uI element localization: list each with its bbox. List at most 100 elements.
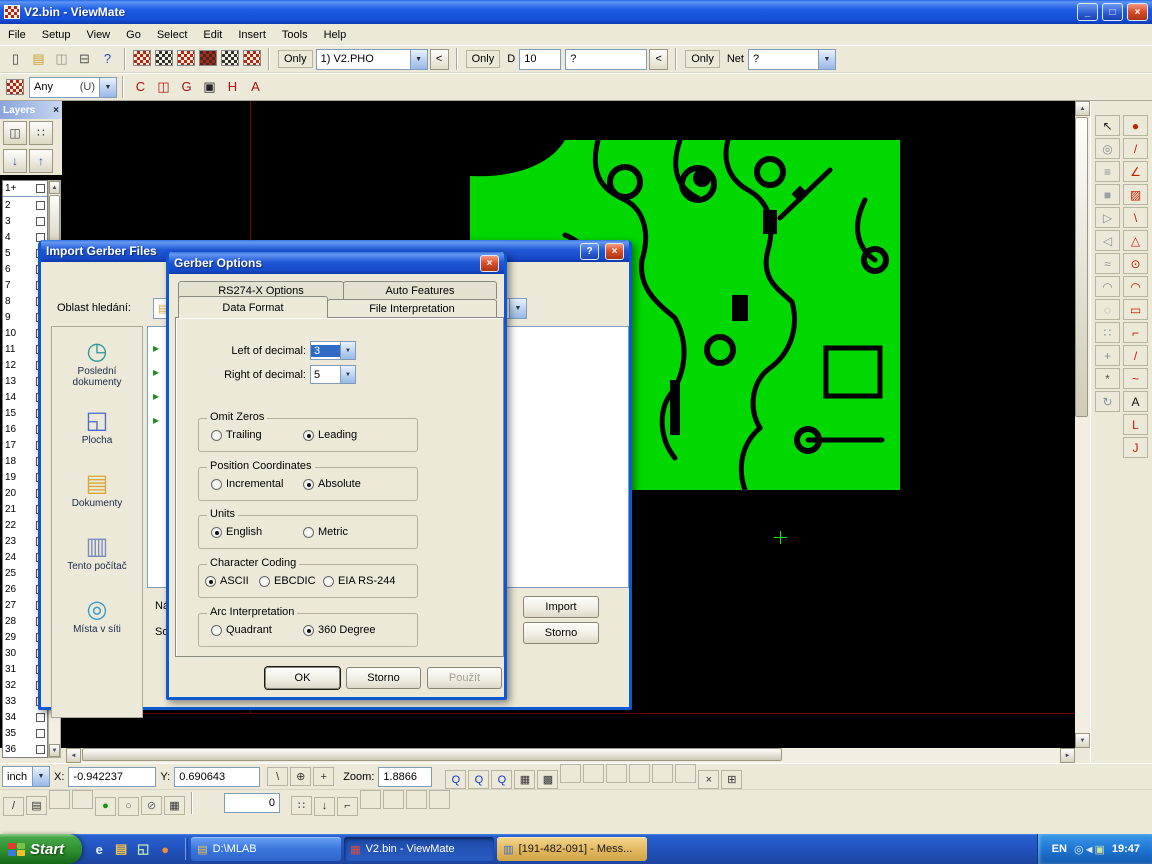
radio-360-degree[interactable]: 360 Degree — [303, 624, 376, 636]
layer-swatch[interactable] — [36, 745, 45, 754]
volume-tray-icon[interactable]: ◄ — [1084, 844, 1095, 856]
text-aperture-icon[interactable]: A — [245, 77, 266, 97]
zoom-window-icon[interactable]: Q — [468, 770, 489, 789]
layer-row-34[interactable]: 34 — [3, 709, 47, 725]
menu-select[interactable]: Select — [149, 26, 196, 44]
layer-row-35[interactable]: 35 — [3, 725, 47, 741]
dialog-close-button[interactable]: × — [605, 243, 624, 260]
tab-auto-features[interactable]: Auto Features — [343, 281, 497, 299]
rotate-right-icon[interactable]: ▷ — [1095, 207, 1120, 228]
radio-ascii[interactable]: ASCII — [205, 575, 249, 587]
hatched-square-icon[interactable]: ▨ — [1123, 184, 1148, 205]
select-grid-icon-1[interactable] — [133, 50, 151, 66]
anchor-down-icon[interactable]: ↓ — [314, 797, 335, 816]
select-grid-icon-6[interactable] — [243, 50, 261, 66]
dropdown-arrow-icon[interactable]: ▼ — [340, 342, 355, 359]
layer-swatch[interactable] — [36, 713, 45, 722]
select-grid-icon-3[interactable] — [177, 50, 195, 66]
dropdown-arrow-icon[interactable]: ▼ — [32, 767, 49, 786]
scroll-up-icon[interactable]: ▲ — [1075, 101, 1090, 116]
clear-view-icon[interactable]: × — [698, 770, 719, 789]
dcode-filter-input[interactable]: ? — [565, 49, 647, 70]
line-back-icon[interactable]: \ — [1123, 207, 1148, 228]
folder-quick-icon[interactable]: ▤ — [112, 840, 130, 858]
layers-scroll-down-icon[interactable]: ▼ — [49, 744, 60, 757]
crosshair-plus-icon[interactable]: + — [1095, 345, 1120, 366]
dark-dots-icon[interactable] — [360, 790, 381, 809]
layer-grid-icon[interactable]: ∷ — [29, 121, 53, 145]
grid-lines-icon[interactable]: ▦ — [514, 770, 535, 789]
dot-matrix-icon[interactable]: ∷ — [291, 796, 312, 815]
dotted-circle-icon[interactable]: ◌ — [1095, 299, 1120, 320]
layer-row-3[interactable]: 3 — [3, 213, 47, 229]
table-grid-icon[interactable]: ▦ — [164, 796, 185, 815]
x-coordinate[interactable]: -0.942237 — [68, 767, 156, 787]
green-status-icon[interactable]: ● — [95, 797, 116, 816]
layer-row-2[interactable]: 2 — [3, 197, 47, 213]
left-of-decimal-combo[interactable]: 3 ▼ — [310, 341, 356, 360]
select-grid-icon-2[interactable] — [155, 50, 173, 66]
import-cancel-button[interactable]: Storno — [523, 622, 599, 644]
layer-swatch[interactable] — [36, 217, 45, 226]
via-red-icon[interactable] — [606, 764, 627, 783]
dot-grid-icon[interactable]: ∷ — [1095, 322, 1120, 343]
swap-apertures-icon[interactable]: ◫ — [153, 77, 174, 97]
probe-circles-icon[interactable]: ◎ — [1095, 138, 1120, 159]
v2-bin-viewmate-task-button[interactable]: ▦V2.bin - ViewMate — [344, 837, 494, 861]
191-482-091-mess-task-button[interactable]: ▥[191-482-091] - Mess... — [497, 837, 647, 861]
d-mlab-task-button[interactable]: ▤D:\MLAB — [191, 837, 341, 861]
diagonal-measure-icon[interactable]: \ — [267, 767, 288, 786]
slash-icon[interactable]: / — [1123, 345, 1148, 366]
apply-button[interactable]: Použít — [427, 667, 502, 689]
dropdown-arrow-icon[interactable]: ▼ — [410, 50, 427, 69]
radio-absolute[interactable]: Absolute — [303, 478, 361, 490]
horizontal-scroll-thumb[interactable] — [82, 748, 782, 761]
flash-red-icon[interactable] — [652, 764, 673, 783]
grid-value-input[interactable]: 0 — [224, 793, 280, 813]
menu-go[interactable]: Go — [118, 26, 149, 44]
move-layer-up-icon[interactable]: ↑ — [29, 149, 53, 173]
menu-insert[interactable]: Insert — [230, 26, 274, 44]
only-dcode-toggle[interactable]: Only — [466, 50, 501, 68]
start-button[interactable]: Start — [0, 834, 82, 864]
triangle-draw-icon[interactable]: △ — [1123, 230, 1148, 251]
pad-dot-icon[interactable]: ● — [1123, 115, 1148, 136]
red-checker-icon[interactable] — [49, 790, 70, 809]
poly-dark-icon[interactable] — [675, 764, 696, 783]
place-dokumenty[interactable]: ▤Dokumenty — [54, 460, 140, 520]
wave-icon[interactable]: ≈ — [1095, 253, 1120, 274]
radio-eia-rs-244[interactable]: EIA RS-244 — [323, 575, 395, 587]
menu-file[interactable]: File — [0, 26, 34, 44]
corner-icon[interactable]: ⌐ — [1123, 322, 1148, 343]
via-mix-icon[interactable] — [629, 764, 650, 783]
fill-square-icon[interactable]: ■ — [1095, 184, 1120, 205]
prev-layer-button[interactable]: < — [430, 49, 449, 70]
ok-button[interactable]: OK — [265, 667, 340, 689]
j-shape-icon[interactable]: J — [1123, 437, 1148, 458]
dropdown-arrow-icon[interactable]: ▼ — [509, 299, 526, 318]
red-die-icon-2[interactable] — [406, 790, 427, 809]
layer-combo[interactable]: 1) V2.PHO ▼ — [316, 49, 428, 70]
radio-metric[interactable]: Metric — [303, 526, 348, 538]
gerber-close-button[interactable]: × — [480, 255, 499, 272]
select-grid-icon-5[interactable] — [221, 50, 239, 66]
radio-ebcdic[interactable]: EBCDIC — [259, 575, 316, 587]
corner-bracket-icon[interactable]: ⌐ — [337, 797, 358, 816]
polyline-icon[interactable]: ∠ — [1123, 161, 1148, 182]
gerber-dialog-titlebar[interactable]: Gerber Options × — [169, 252, 504, 274]
trace-line-icon[interactable]: / — [1123, 138, 1148, 159]
ie-icon[interactable]: e — [90, 840, 108, 858]
arc-draw-icon[interactable]: ◠ — [1123, 276, 1148, 297]
red-die-icon-3[interactable] — [429, 790, 450, 809]
scroll-down-icon[interactable]: ▼ — [1075, 733, 1090, 748]
gerber-file-icon-4[interactable]: ▸ — [153, 413, 159, 427]
text-tool-icon[interactable]: A — [1123, 391, 1148, 412]
select-grid-icon-4[interactable] — [199, 50, 217, 66]
settings-asterisk-icon[interactable]: * — [1095, 368, 1120, 389]
gerber-file-icon-1[interactable]: ▸ — [153, 341, 159, 355]
select-cursor-icon[interactable]: ↖ — [1095, 115, 1120, 136]
dropdown-arrow-icon[interactable]: ▼ — [340, 366, 355, 383]
dropdown-arrow-icon[interactable]: ▼ — [99, 78, 116, 97]
zoom-in-icon[interactable]: Q — [445, 770, 466, 789]
window-grid-icon[interactable]: ⊞ — [721, 770, 742, 789]
